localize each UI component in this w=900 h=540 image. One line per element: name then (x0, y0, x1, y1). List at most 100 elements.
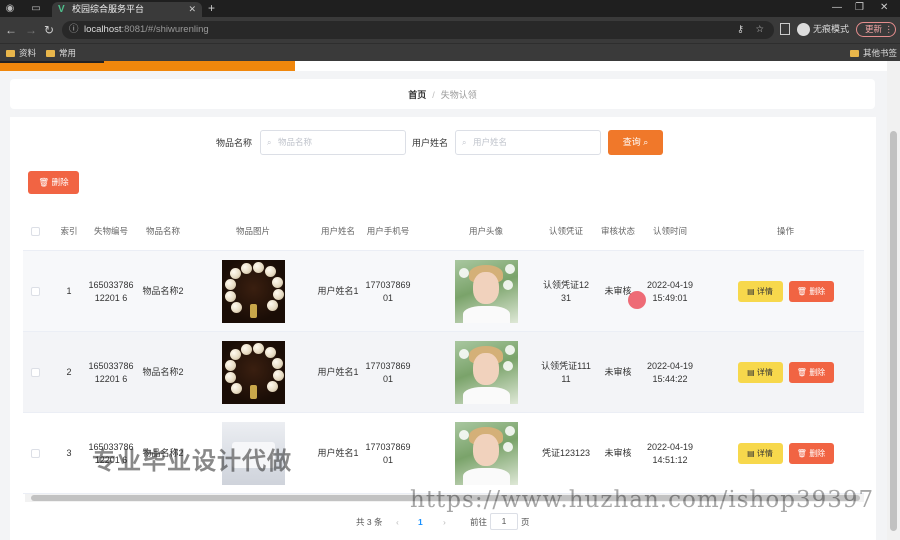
cell-actions: ▤ 详情 🗑 删除 (713, 332, 858, 413)
folder-icon (850, 50, 859, 57)
user-avatar-image[interactable] (454, 260, 518, 323)
goto-page-input[interactable]: 1 (490, 513, 518, 530)
header-claim-proof: 认领凭证 (548, 226, 583, 236)
cell-item-name: 物品名称2 (142, 367, 184, 377)
trash-icon: 🗑 (38, 177, 50, 187)
detail-button[interactable]: ▤ 详情 (737, 281, 783, 302)
bookmark-star-icon[interactable]: ☆ (755, 21, 764, 39)
search-icon: ⌕ (267, 138, 272, 147)
address-bar: ← → ↻ ⓘ localhost:8081/#/shiwurenling ⚷ … (0, 17, 900, 43)
close-tab-icon[interactable]: ✕ (188, 2, 196, 17)
cell-item-image (218, 332, 288, 413)
minimize-icon[interactable]: — (832, 2, 842, 13)
cell-review-status: 未审核 (604, 448, 632, 458)
other-bookmarks[interactable]: 其他书签 (850, 47, 897, 59)
close-window-icon[interactable]: ✕ (880, 2, 888, 13)
user-avatar-image[interactable] (454, 422, 518, 485)
tab-search-icon[interactable]: ▭ (30, 3, 42, 14)
side-panel-icon[interactable] (780, 23, 790, 35)
back-icon[interactable]: ← (5, 23, 17, 37)
cell-user-phone: 17703786901 (365, 279, 411, 303)
row-select-cell (23, 413, 48, 494)
trash-icon: 🗑 (796, 449, 807, 458)
cell-claim-time: 2022-04-19 15:44:22 (646, 360, 694, 384)
cell-item-name: 物品名称2 (142, 286, 184, 296)
cell-user-name: 用户姓名1 (317, 448, 359, 458)
bookmark-folder-0[interactable]: 资料 (6, 47, 36, 59)
cell-actions: ▤ 详情 🗑 删除 (713, 413, 858, 494)
table-header: 索引 失物编号 物品名称 物品图片 用户姓名 用户手机号 用户头像 认领凭证 审… (23, 211, 864, 251)
header-actions: 操作 (776, 226, 794, 236)
main-content: 物品名称 ⌕ 物品名称 用户姓名 ⌕ 用户姓名 查询 ⌕ 🗑 删除 索引 失物编… (10, 117, 876, 540)
row-checkbox[interactable] (31, 287, 40, 296)
browser-tab-bar: ◉ ▭ V 校园综合服务平台 ✕ + — ❐ ✕ (0, 0, 900, 17)
header-item-name: 物品名称 (145, 226, 180, 236)
breadcrumb-separator: / (432, 90, 435, 100)
cell-index: 1 (66, 286, 72, 296)
row-checkbox[interactable] (31, 368, 40, 377)
url-field[interactable]: ⓘ localhost:8081/#/shiwurenling ⚷ ☆ (62, 21, 774, 39)
user-name-label: 用户姓名 (412, 138, 449, 148)
document-icon: ▤ (747, 287, 755, 296)
document-icon: ▤ (747, 368, 755, 377)
trash-icon: 🗑 (796, 287, 807, 296)
cell-item-image (218, 251, 288, 332)
row-checkbox[interactable] (31, 449, 40, 458)
cell-index: 2 (66, 367, 72, 377)
cell-claim-proof: 认领凭证11111 (541, 360, 591, 384)
header-user-name: 用户姓名 (320, 226, 355, 236)
delete-button[interactable]: 🗑 删除 (788, 362, 834, 383)
header-index: 索引 (60, 226, 78, 236)
user-avatar-image[interactable] (454, 341, 518, 404)
detail-button[interactable]: ▤ 详情 (737, 443, 783, 464)
browser-tab[interactable]: V 校园综合服务平台 ✕ (52, 2, 202, 17)
breadcrumb-home[interactable]: 首页 (408, 90, 426, 100)
delete-button[interactable]: 🗑 删除 (788, 443, 834, 464)
vertical-scroll-thumb[interactable] (890, 131, 897, 531)
vue-logo-icon: V (58, 4, 65, 15)
goto-label: 前往 (470, 517, 488, 527)
cell-user-phone: 17703786901 (365, 360, 411, 384)
update-button[interactable]: 更新 ⋮ (856, 22, 896, 37)
maximize-icon[interactable]: ❐ (855, 2, 864, 13)
detail-button[interactable]: ▤ 详情 (737, 362, 783, 383)
pagination-total: 共 3 条 (356, 517, 383, 527)
site-info-icon[interactable]: ⓘ (69, 21, 79, 39)
item-image[interactable] (221, 260, 285, 323)
cell-actions: ▤ 详情 🗑 删除 (713, 251, 858, 332)
table-row: 1 16503378612201 6 物品名称2 用户姓名1 177037869… (23, 251, 864, 332)
browser-menu-icon[interactable]: ◉ (4, 3, 16, 14)
batch-delete-button[interactable]: 🗑 删除 (28, 171, 79, 194)
next-page-icon[interactable]: › (443, 515, 446, 529)
header-review-status: 审核状态 (600, 226, 635, 236)
row-select-cell (23, 251, 48, 332)
cell-user-avatar (451, 413, 521, 494)
user-name-input[interactable]: ⌕ 用户姓名 (455, 130, 601, 155)
incognito-indicator[interactable]: 无痕模式 (797, 22, 849, 37)
header-lost-no: 失物编号 (93, 226, 128, 236)
key-icon[interactable]: ⚷ (737, 21, 744, 39)
item-image[interactable] (221, 341, 285, 404)
cell-user-phone: 17703786901 (365, 441, 411, 465)
document-icon: ▤ (747, 449, 755, 458)
cell-lost-no: 16503378612201 6 (88, 360, 134, 384)
bookmark-folder-1[interactable]: 常用 (46, 47, 76, 59)
item-name-input[interactable]: ⌕ 物品名称 (260, 130, 406, 155)
cell-claim-proof: 凭证123123 (541, 448, 591, 458)
new-tab-icon[interactable]: + (208, 1, 215, 15)
select-all-checkbox[interactable] (31, 226, 40, 236)
url-host: localhost (84, 24, 122, 35)
cell-user-name: 用户姓名1 (317, 286, 359, 296)
prev-page-icon[interactable]: ‹ (396, 515, 399, 529)
query-button[interactable]: 查询 ⌕ (608, 130, 663, 155)
breadcrumb: 首页 / 失物认领 (10, 79, 875, 109)
cell-claim-time: 2022-04-19 14:51:12 (646, 441, 694, 465)
cell-claim-proof: 认领凭证1231 (542, 279, 589, 303)
search-icon: ⌕ (462, 138, 467, 147)
forward-icon[interactable]: → (25, 23, 37, 37)
reload-icon[interactable]: ↻ (44, 23, 54, 37)
row-select-cell (23, 332, 48, 413)
delete-button[interactable]: 🗑 删除 (788, 281, 834, 302)
vertical-scrollbar[interactable] (887, 61, 900, 540)
page-number-current[interactable]: 1 (418, 515, 423, 529)
